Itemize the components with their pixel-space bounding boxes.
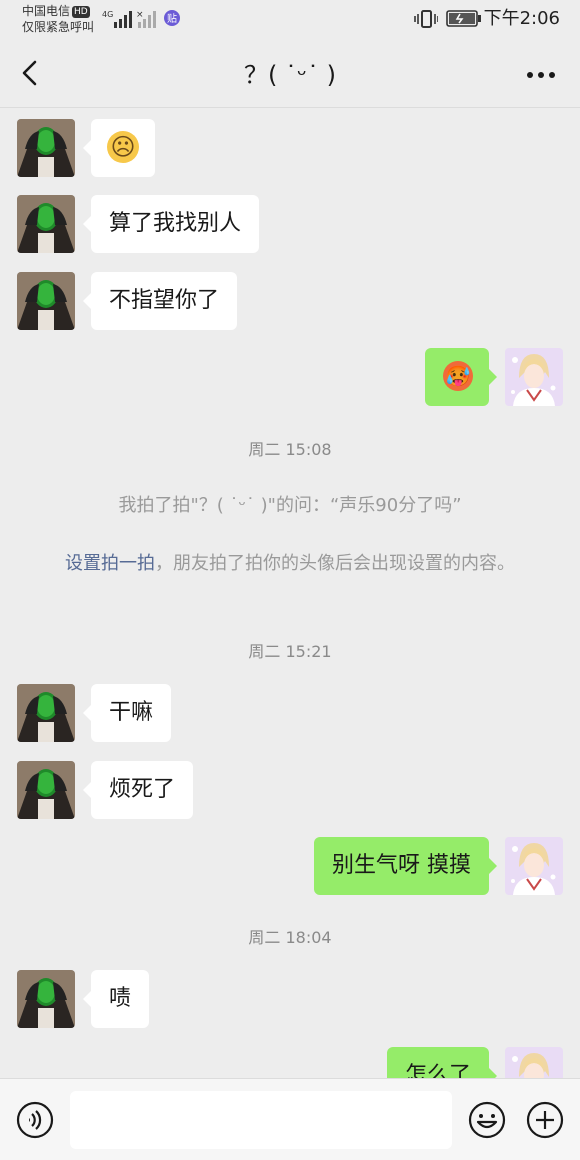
friend-avatar[interactable] bbox=[17, 272, 75, 330]
message-bubble-received[interactable]: 啧 bbox=[82, 970, 150, 1028]
battery-icon bbox=[446, 10, 481, 27]
message-text: 不指望你了 bbox=[109, 288, 220, 313]
friend-avatar[interactable] bbox=[17, 761, 75, 819]
status-time: 下午2:06 bbox=[483, 8, 560, 29]
carrier-info: 中国电信 HD 仅限紧急呼叫 bbox=[22, 3, 94, 35]
more-options-icon[interactable] bbox=[524, 60, 558, 90]
frown-emoji-icon: ☹ bbox=[107, 131, 139, 163]
message-bubble-sent[interactable]: 别生气呀 摸摸 bbox=[314, 837, 497, 895]
notification-app-icon: 贴 bbox=[164, 10, 180, 26]
my-avatar[interactable] bbox=[505, 348, 563, 406]
friend-avatar[interactable] bbox=[17, 970, 75, 1028]
emoji-icon[interactable] bbox=[468, 1101, 506, 1139]
friend-avatar[interactable] bbox=[17, 684, 75, 742]
message-bubble-received[interactable]: 烦死了 bbox=[82, 761, 194, 819]
svg-text:贴: 贴 bbox=[167, 12, 177, 25]
signal-4g-icon: 4G bbox=[102, 10, 132, 28]
chat-header: ？( ˙ᵕ˙ ) bbox=[0, 40, 580, 108]
svg-text:4G: 4G bbox=[102, 10, 113, 19]
svg-text:×: × bbox=[136, 10, 144, 20]
chat-title: ？( ˙ᵕ˙ ) bbox=[244, 61, 336, 89]
message-text: 别生气呀 摸摸 bbox=[332, 853, 471, 878]
timestamp: 周二 15:08 bbox=[248, 440, 332, 459]
message-bubble-received[interactable]: 干嘛 bbox=[82, 684, 172, 742]
timestamp: 周二 15:21 bbox=[248, 642, 332, 661]
voice-input-icon[interactable] bbox=[16, 1101, 54, 1139]
hd-badge: HD bbox=[72, 6, 90, 18]
friend-avatar[interactable] bbox=[17, 119, 75, 177]
signal-no-service-icon: × bbox=[136, 10, 156, 28]
message-text: 干嘛 bbox=[109, 700, 154, 725]
timestamp: 周二 18:04 bbox=[248, 928, 332, 947]
message-input[interactable] bbox=[70, 1091, 452, 1149]
message-text: 算了我找别人 bbox=[109, 211, 242, 236]
friend-avatar[interactable] bbox=[17, 195, 75, 253]
pat-setting-link[interactable]: 设置拍一拍 bbox=[65, 553, 155, 574]
vibrate-icon bbox=[414, 10, 438, 28]
carrier-name: 中国电信 bbox=[22, 4, 71, 18]
pat-setting-notice: 设置拍一拍，朋友拍了拍你的头像后会出现设置的内容。 bbox=[46, 550, 534, 578]
input-bar bbox=[0, 1078, 580, 1160]
add-more-icon[interactable] bbox=[526, 1101, 564, 1139]
message-text: 啧 bbox=[109, 986, 132, 1011]
message-text: 烦死了 bbox=[109, 777, 176, 802]
message-bubble-received[interactable]: 算了我找别人 bbox=[82, 195, 260, 253]
message-bubble-received[interactable]: ☹ bbox=[83, 119, 155, 177]
pat-notice: 我拍了拍"？( ˙ᵕ˙ )"的问：“声乐90分了吗” bbox=[118, 495, 462, 516]
hot-face-emoji-icon: 🥵 bbox=[443, 361, 473, 391]
message-bubble-received[interactable]: 不指望你了 bbox=[82, 272, 238, 330]
my-avatar[interactable] bbox=[505, 837, 563, 895]
status-bar: 中国电信 HD 仅限紧急呼叫 4G × 贴 下午2:06 bbox=[0, 0, 580, 40]
emergency-only-label: 仅限紧急呼叫 bbox=[22, 20, 95, 34]
pat-setting-text: ，朋友拍了拍你的头像后会出现设置的内容。 bbox=[155, 553, 515, 574]
message-bubble-sent[interactable]: 🥵 bbox=[425, 348, 497, 406]
